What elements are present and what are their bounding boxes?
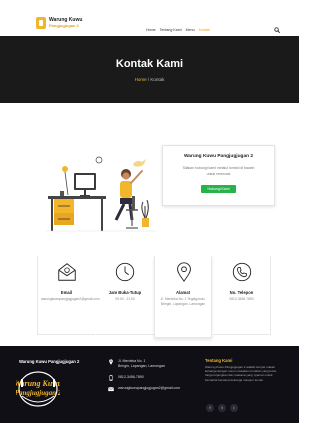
clock-icon bbox=[115, 262, 135, 282]
contact-box-phone: No. Telepon 0812-3456-7890 bbox=[213, 256, 271, 335]
contact-text-address: Jl. Merdeka No. 1 Tegalgondo, Bringin, L… bbox=[160, 297, 206, 306]
footer-address: Jl. Merdeka No. 1 Bringin, Lapangan, Lam… bbox=[108, 359, 165, 369]
phone-icon bbox=[232, 262, 252, 282]
page-hero: Kontak Kami Home / Kontak bbox=[0, 36, 299, 103]
search-icon[interactable] bbox=[274, 27, 280, 33]
contact-box-hours: Jam Buka-Tutup 09.00 - 21.00 bbox=[96, 256, 154, 335]
nav-item-menu[interactable]: Menu bbox=[186, 28, 195, 32]
footer-email: warungkuwupangjugjugan2@gmail.com bbox=[108, 386, 180, 392]
footer-email-text[interactable]: warungkuwupangjugjugan2@gmail.com bbox=[118, 386, 180, 391]
contact-title-email: Email bbox=[60, 290, 73, 295]
site-footer: Warung Kuwu Pangjugjugan 2 Warung Kuwu P… bbox=[0, 346, 299, 423]
nav-item-contact[interactable]: Kontak bbox=[199, 28, 210, 32]
contact-title-address: Alamat bbox=[176, 290, 190, 295]
logo-text: Warung Kuwu Pangjugjugan 2 bbox=[49, 18, 82, 29]
location-icon bbox=[177, 262, 191, 282]
instagram-icon[interactable]: i bbox=[230, 404, 238, 412]
main-nav: Home Tentang Kami Menu Kontak bbox=[146, 28, 210, 32]
site-logo[interactable]: Warung Kuwu Pangjugjugan 2 bbox=[36, 17, 82, 29]
svg-text:Pangjugjugan 2: Pangjugjugan 2 bbox=[16, 389, 60, 397]
logo-line2: Pangjugjugan 2 bbox=[49, 23, 79, 28]
contact-box-address: Alamat Jl. Merdeka No. 1 Tegalgondo, Bri… bbox=[154, 256, 212, 338]
contact-info-grid: Email warungkuwupangjugjugan2@gmail.com … bbox=[37, 256, 272, 338]
location-icon bbox=[109, 359, 113, 365]
footer-phone: 0812-3456-7890 bbox=[108, 375, 144, 381]
contact-us-button[interactable]: Hubungi Kami bbox=[200, 185, 237, 193]
card-text-line2: untuk reservasi bbox=[206, 172, 231, 176]
footer-about-text: Warung Kuwu Pangjugjugan 2 adalah tempat… bbox=[205, 365, 277, 382]
footer-address-line2: Bringin, Lapangan, Lamongan bbox=[118, 364, 165, 368]
email-icon bbox=[58, 263, 76, 281]
nav-item-about[interactable]: Tentang Kami bbox=[160, 28, 182, 32]
footer-phone-text: 0812-3456-7890 bbox=[118, 375, 144, 379]
contact-box-email: Email warungkuwupangjugjugan2@gmail.com bbox=[37, 256, 100, 335]
phone-icon bbox=[109, 375, 113, 381]
office-illustration bbox=[46, 156, 156, 232]
breadcrumb-current: Kontak bbox=[150, 77, 165, 82]
footer-brand: Warung Kuwu Pangjugjugan 2 bbox=[19, 359, 80, 364]
site-header: Warung Kuwu Pangjugjugan 2 Home Tentang … bbox=[0, 0, 299, 36]
footer-about-title: Tentang Kami bbox=[205, 358, 233, 363]
contact-title-hours: Jam Buka-Tutup bbox=[108, 290, 142, 295]
breadcrumb-home[interactable]: Home bbox=[135, 77, 147, 82]
email-icon bbox=[108, 387, 114, 392]
page-title: Kontak Kami bbox=[115, 58, 184, 70]
card-title: Warung Kuwu Pangjugjugan 2 bbox=[183, 154, 254, 159]
contact-text-email: warungkuwupangjugjugan2@gmail.com bbox=[41, 297, 100, 301]
contact-text-phone: 0812-3456-7890 bbox=[229, 297, 254, 301]
twitter-icon[interactable]: t bbox=[218, 404, 226, 412]
footer-logo: Warung Kuwu Pangjugjugan 2 bbox=[16, 371, 60, 407]
nav-item-home[interactable]: Home bbox=[146, 28, 156, 32]
logo-mark-icon bbox=[36, 17, 46, 29]
reservation-card: Warung Kuwu Pangjugjugan 2 Silakan hubun… bbox=[162, 145, 275, 206]
facebook-icon[interactable]: f bbox=[206, 404, 214, 412]
contact-title-phone: No. Telepon bbox=[229, 290, 254, 295]
breadcrumb: Home / Kontak bbox=[0, 77, 299, 82]
contact-text-hours: 09.00 - 21.00 bbox=[115, 297, 135, 301]
